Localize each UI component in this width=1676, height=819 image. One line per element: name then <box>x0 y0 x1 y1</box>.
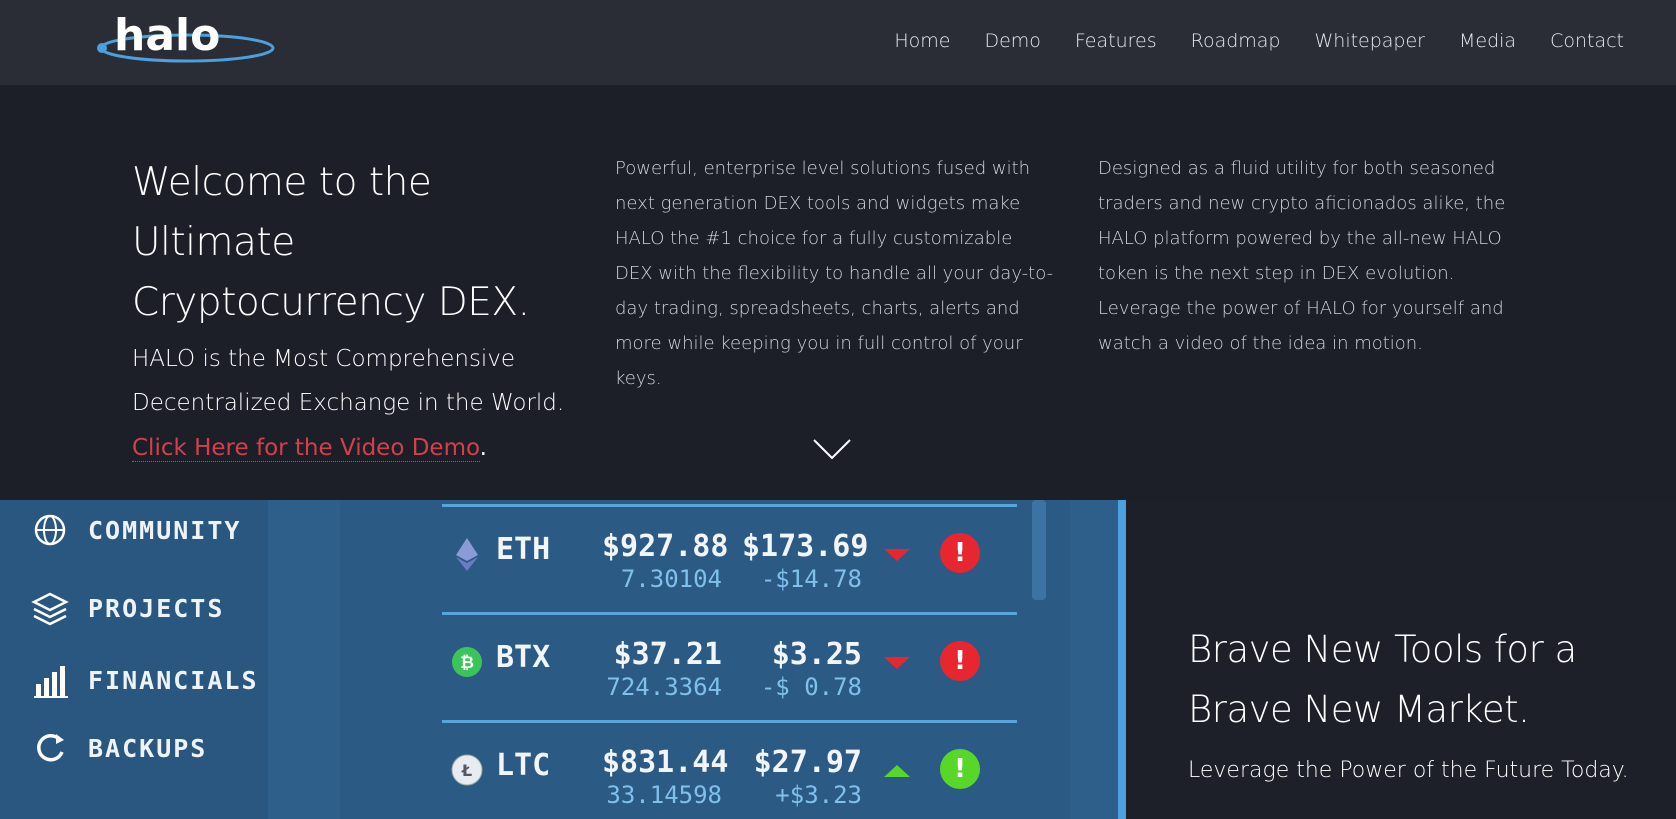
hero-description-2: Designed as a fluid utility for both sea… <box>1098 158 1506 354</box>
value-change: -$14.78 <box>760 565 862 593</box>
sidebar-label: FINANCIALS <box>88 665 259 695</box>
coin-quantity: 33.14598 <box>606 781 722 809</box>
bar-chart-icon <box>34 666 68 698</box>
sidebar-label: PROJECTS <box>88 593 225 623</box>
coin-quantity: 7.30104 <box>620 565 722 593</box>
callout-subtitle: Leverage the Power of the Future Today. <box>1188 758 1629 783</box>
arrow-down-icon <box>884 549 910 561</box>
chevron-down-icon[interactable] <box>812 437 852 461</box>
litecoin-icon: Ł <box>451 754 483 786</box>
nav-demo-link[interactable]: Demo <box>984 30 1040 52</box>
svg-text:₿: ₿ <box>460 653 474 673</box>
arrow-up-icon <box>884 765 910 777</box>
sidebar-item-financials[interactable]: FINANCIALS <box>30 660 259 700</box>
holding-value: $173.69 <box>742 529 869 564</box>
logo-text: halo <box>114 10 220 61</box>
nav-contact-link[interactable]: Contact <box>1550 30 1624 52</box>
alert-icon[interactable]: ! <box>940 641 980 681</box>
sidebar-label: BACKUPS <box>88 733 208 763</box>
app-sidebar: COMMUNITY PROJECTS FINANCIALS BACKUPS <box>0 500 268 819</box>
bitcoin-icon: ₿ <box>452 647 482 677</box>
sidebar-item-community[interactable]: COMMUNITY <box>30 510 241 550</box>
hero-title: Welcome to the Ultimate Cryptocurrency D… <box>132 160 530 325</box>
value-change: -$ 0.78 <box>760 673 862 701</box>
value-change: +$3.23 <box>775 781 862 809</box>
top-navbar: halo Home Demo Features Roadmap Whitepap… <box>0 0 1676 85</box>
portfolio-panel: ETH $927.88 7.30104 $173.69 -$14.78 ! ₿ … <box>340 500 1070 819</box>
refresh-icon <box>37 733 64 762</box>
sidebar-item-projects[interactable]: PROJECTS <box>30 588 224 628</box>
nav-roadmap-link[interactable]: Roadmap <box>1191 30 1281 52</box>
scrollbar[interactable] <box>1032 500 1046 600</box>
table-row[interactable]: ETH $927.88 7.30104 $173.69 -$14.78 ! <box>442 504 1017 611</box>
tools-callout: Brave New Tools for a Brave New Market. … <box>1126 500 1676 819</box>
table-row[interactable]: ₿ BTX $37.21 724.3364 $3.25 -$ 0.78 ! <box>442 612 1017 719</box>
coin-price: $831.44 <box>602 745 729 780</box>
sidebar-item-backups[interactable]: BACKUPS <box>30 728 207 768</box>
holding-value: $3.25 <box>771 637 862 672</box>
coin-symbol: BTX <box>496 640 551 675</box>
video-demo-link[interactable]: Click Here for the Video Demo <box>132 435 480 462</box>
coin-symbol: LTC <box>496 748 551 783</box>
hero-intro: Welcome to the Ultimate Cryptocurrency D… <box>132 153 572 471</box>
nav-links: Home Demo Features Roadmap Whitepaper Me… <box>860 30 1624 52</box>
sidebar-label: COMMUNITY <box>88 515 242 545</box>
ethereum-icon <box>456 538 478 571</box>
halo-logo[interactable]: halo <box>92 10 282 66</box>
globe-icon <box>34 514 66 546</box>
nav-features-link[interactable]: Features <box>1075 30 1157 52</box>
holding-value: $27.97 <box>753 745 862 780</box>
coin-price: $927.88 <box>602 529 729 564</box>
coin-quantity: 724.3364 <box>606 673 722 701</box>
alert-icon[interactable]: ! <box>940 749 980 789</box>
alert-icon[interactable]: ! <box>940 533 980 573</box>
nav-media-link[interactable]: Media <box>1459 30 1516 52</box>
divider <box>1118 500 1126 819</box>
hero-description-1: Powerful, enterprise level solutions fus… <box>615 158 1054 389</box>
hero-section: Welcome to the Ultimate Cryptocurrency D… <box>0 85 1676 500</box>
app-preview: COMMUNITY PROJECTS FINANCIALS BACKUPS ET… <box>0 500 1126 819</box>
coin-price: $37.21 <box>613 637 722 672</box>
arrow-down-icon <box>884 657 910 669</box>
hero-subtitle: HALO is the Most Comprehensive Decentral… <box>132 346 565 416</box>
table-row[interactable]: Ł LTC $831.44 33.14598 $27.97 +$3.23 ! <box>442 720 1017 819</box>
svg-text:Ł: Ł <box>461 761 472 780</box>
coin-symbol: ETH <box>496 532 551 567</box>
callout-title: Brave New Tools for a Brave New Market. <box>1188 628 1577 731</box>
nav-whitepaper-link[interactable]: Whitepaper <box>1314 30 1425 52</box>
layers-icon <box>31 592 69 626</box>
nav-home-link[interactable]: Home <box>894 30 950 52</box>
link-suffix: . <box>479 435 487 461</box>
